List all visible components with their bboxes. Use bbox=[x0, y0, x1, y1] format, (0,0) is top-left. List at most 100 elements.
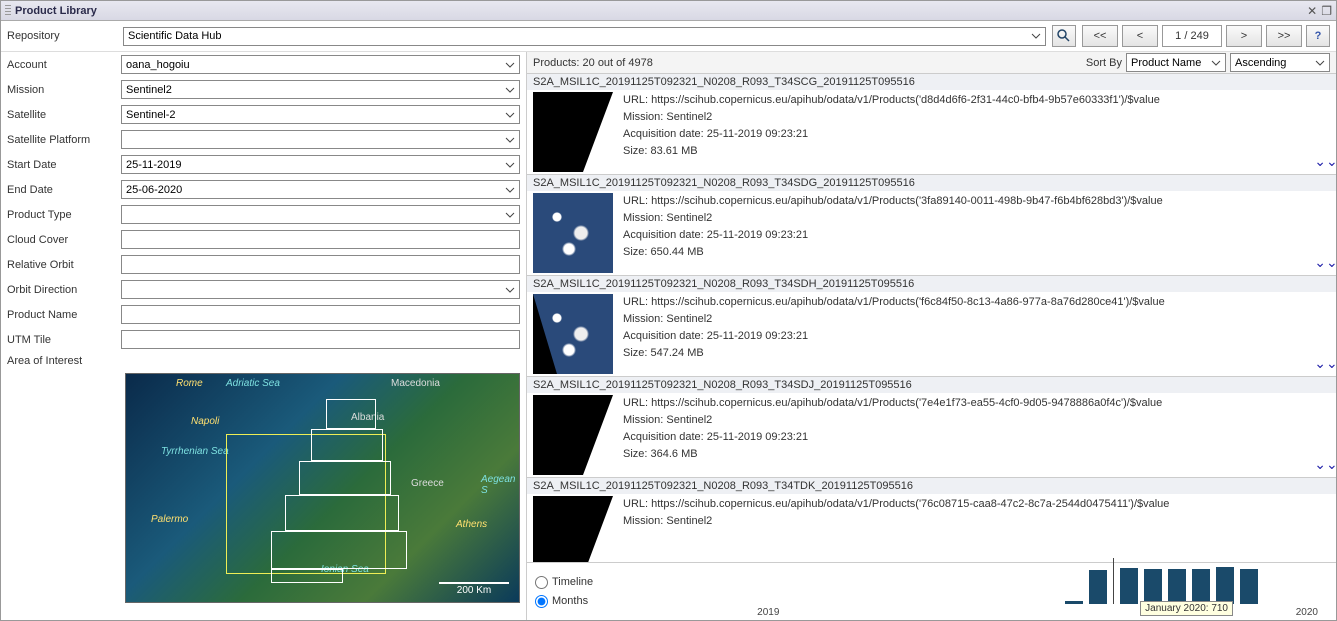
sort-field-select[interactable]: Product Name bbox=[1126, 53, 1226, 72]
cloud-cover-label: Cloud Cover bbox=[7, 234, 117, 246]
repository-label: Repository bbox=[7, 30, 117, 42]
next-page-button[interactable]: > bbox=[1226, 25, 1262, 47]
product-type-select[interactable] bbox=[121, 205, 520, 224]
product-url: URL: https://scihub.copernicus.eu/apihub… bbox=[623, 193, 1312, 210]
last-page-button[interactable]: >> bbox=[1266, 25, 1302, 47]
mission-select[interactable]: Sentinel2 bbox=[121, 80, 520, 99]
results-panel: Products: 20 out of 4978 Sort By Product… bbox=[527, 52, 1336, 620]
product-size: Size: 547.24 MB bbox=[623, 345, 1312, 362]
product-info: URL: https://scihub.copernicus.eu/apihub… bbox=[619, 191, 1316, 275]
utm-tile-input[interactable] bbox=[121, 330, 520, 349]
timeline-bar[interactable] bbox=[1089, 570, 1107, 604]
expand-icon[interactable]: ⌄⌄ bbox=[1316, 90, 1336, 174]
map-city-palermo: Palermo bbox=[151, 514, 188, 525]
timeline-bar[interactable] bbox=[1168, 569, 1186, 604]
expand-icon[interactable]: ⌄⌄ bbox=[1316, 292, 1336, 376]
product-url: URL: https://scihub.copernicus.eu/apihub… bbox=[623, 92, 1312, 109]
timeline-radio-timeline[interactable]: Timeline bbox=[535, 576, 593, 589]
product-item[interactable]: S2A_MSIL1C_20191125T092321_N0208_R093_T3… bbox=[527, 478, 1336, 562]
timeline-bar[interactable] bbox=[1216, 567, 1234, 604]
drag-handle-icon[interactable] bbox=[5, 5, 11, 17]
timeline-year-2019: 2019 bbox=[757, 607, 779, 618]
utm-tile-label: UTM Tile bbox=[7, 334, 117, 346]
close-icon[interactable]: ✕ bbox=[1307, 4, 1317, 18]
product-date: Acquisition date: 25-11-2019 09:23:21 bbox=[623, 429, 1312, 446]
product-mission: Mission: Sentinel2 bbox=[623, 513, 1312, 530]
timeline-bar[interactable] bbox=[1065, 601, 1083, 604]
platform-label: Satellite Platform bbox=[7, 134, 117, 146]
mission-label: Mission bbox=[7, 84, 117, 96]
product-url: URL: https://scihub.copernicus.eu/apihub… bbox=[623, 294, 1312, 311]
relative-orbit-input[interactable] bbox=[121, 255, 520, 274]
end-date-label: End Date bbox=[7, 184, 117, 196]
product-name-label: Product Name bbox=[7, 309, 117, 321]
timeline-bar[interactable] bbox=[1192, 569, 1210, 604]
product-library-window: Product Library ✕ ❐ Repository Scientifi… bbox=[0, 0, 1337, 621]
product-item[interactable]: S2A_MSIL1C_20191125T092321_N0208_R093_T3… bbox=[527, 276, 1336, 377]
account-select[interactable]: oana_hogoiu bbox=[121, 55, 520, 74]
product-size: Size: 364.6 MB bbox=[623, 446, 1312, 463]
map-city-napoli: Napoli bbox=[191, 416, 219, 427]
product-thumbnail bbox=[533, 92, 613, 172]
expand-icon[interactable]: ⌄⌄ bbox=[1316, 494, 1336, 562]
prev-page-button[interactable]: < bbox=[1122, 25, 1158, 47]
product-type-label: Product Type bbox=[7, 209, 117, 221]
product-info: URL: https://scihub.copernicus.eu/apihub… bbox=[619, 90, 1316, 174]
aoi-map[interactable]: Rome Adriatic Sea Macedonia Napoli Alban… bbox=[125, 373, 520, 603]
titlebar[interactable]: Product Library ✕ ❐ bbox=[1, 1, 1336, 21]
help-icon: ? bbox=[1315, 30, 1322, 42]
product-date: Acquisition date: 25-11-2019 09:23:21 bbox=[623, 328, 1312, 345]
account-label: Account bbox=[7, 59, 117, 71]
sort-direction-select[interactable]: Ascending bbox=[1230, 53, 1330, 72]
cloud-cover-input[interactable] bbox=[121, 230, 520, 249]
timeline-chart[interactable]: 2019 2020 January 2020: 710 bbox=[607, 568, 1328, 616]
product-item[interactable]: S2A_MSIL1C_20191125T092321_N0208_R093_T3… bbox=[527, 74, 1336, 175]
orbit-direction-select[interactable] bbox=[121, 280, 520, 299]
product-date: Acquisition date: 25-11-2019 09:23:21 bbox=[623, 227, 1312, 244]
orbit-direction-label: Orbit Direction bbox=[7, 284, 117, 296]
product-name: S2A_MSIL1C_20191125T092321_N0208_R093_T3… bbox=[527, 377, 1336, 393]
page-indicator[interactable]: 1 / 249 bbox=[1162, 25, 1222, 47]
product-name-input[interactable] bbox=[121, 305, 520, 324]
product-thumbnail bbox=[533, 193, 613, 273]
product-item[interactable]: S2A_MSIL1C_20191125T092321_N0208_R093_T3… bbox=[527, 377, 1336, 478]
product-item[interactable]: S2A_MSIL1C_20191125T092321_N0208_R093_T3… bbox=[527, 175, 1336, 276]
expand-icon[interactable]: ⌄⌄ bbox=[1316, 191, 1336, 275]
start-date-label: Start Date bbox=[7, 159, 117, 171]
map-footprint-tiles bbox=[291, 399, 411, 584]
timeline-radio-months[interactable]: Months bbox=[535, 595, 593, 608]
product-name: S2A_MSIL1C_20191125T092321_N0208_R093_T3… bbox=[527, 478, 1336, 494]
product-name: S2A_MSIL1C_20191125T092321_N0208_R093_T3… bbox=[527, 276, 1336, 292]
timeline-bar[interactable] bbox=[1120, 568, 1138, 604]
search-icon bbox=[1057, 29, 1071, 43]
product-list[interactable]: S2A_MSIL1C_20191125T092321_N0208_R093_T3… bbox=[527, 74, 1336, 562]
product-name: S2A_MSIL1C_20191125T092321_N0208_R093_T3… bbox=[527, 175, 1336, 191]
timeline-year-2020: 2020 bbox=[1296, 607, 1318, 618]
search-button[interactable] bbox=[1052, 25, 1076, 47]
product-mission: Mission: Sentinel2 bbox=[623, 210, 1312, 227]
map-sea-tyrrhenian: Tyrrhenian Sea bbox=[161, 446, 229, 457]
timeline-bar[interactable] bbox=[1240, 569, 1258, 604]
satellite-label: Satellite bbox=[7, 109, 117, 121]
product-date: Acquisition date: 25-11-2019 09:23:21 bbox=[623, 126, 1312, 143]
start-date-field[interactable]: 25-11-2019 bbox=[121, 155, 520, 174]
restore-icon[interactable]: ❐ bbox=[1321, 4, 1332, 18]
product-url: URL: https://scihub.copernicus.eu/apihub… bbox=[623, 395, 1312, 412]
product-info: URL: https://scihub.copernicus.eu/apihub… bbox=[619, 393, 1316, 477]
end-date-field[interactable]: 25-06-2020 bbox=[121, 180, 520, 199]
product-mission: Mission: Sentinel2 bbox=[623, 311, 1312, 328]
platform-select[interactable] bbox=[121, 130, 520, 149]
first-page-button[interactable]: << bbox=[1082, 25, 1118, 47]
satellite-select[interactable]: Sentinel-2 bbox=[121, 105, 520, 124]
map-city-athens: Athens bbox=[456, 519, 487, 530]
timeline-bar[interactable] bbox=[1144, 569, 1162, 604]
map-sea-adriatic: Adriatic Sea bbox=[226, 378, 280, 389]
repository-select[interactable]: Scientific Data Hub bbox=[123, 27, 1046, 46]
product-url: URL: https://scihub.copernicus.eu/apihub… bbox=[623, 496, 1312, 513]
expand-icon[interactable]: ⌄⌄ bbox=[1316, 393, 1336, 477]
help-button[interactable]: ? bbox=[1306, 25, 1330, 47]
year-separator bbox=[1113, 558, 1114, 604]
map-sea-aegean: Aegean S bbox=[481, 474, 519, 496]
product-name: S2A_MSIL1C_20191125T092321_N0208_R093_T3… bbox=[527, 74, 1336, 90]
relative-orbit-label: Relative Orbit bbox=[7, 259, 117, 271]
